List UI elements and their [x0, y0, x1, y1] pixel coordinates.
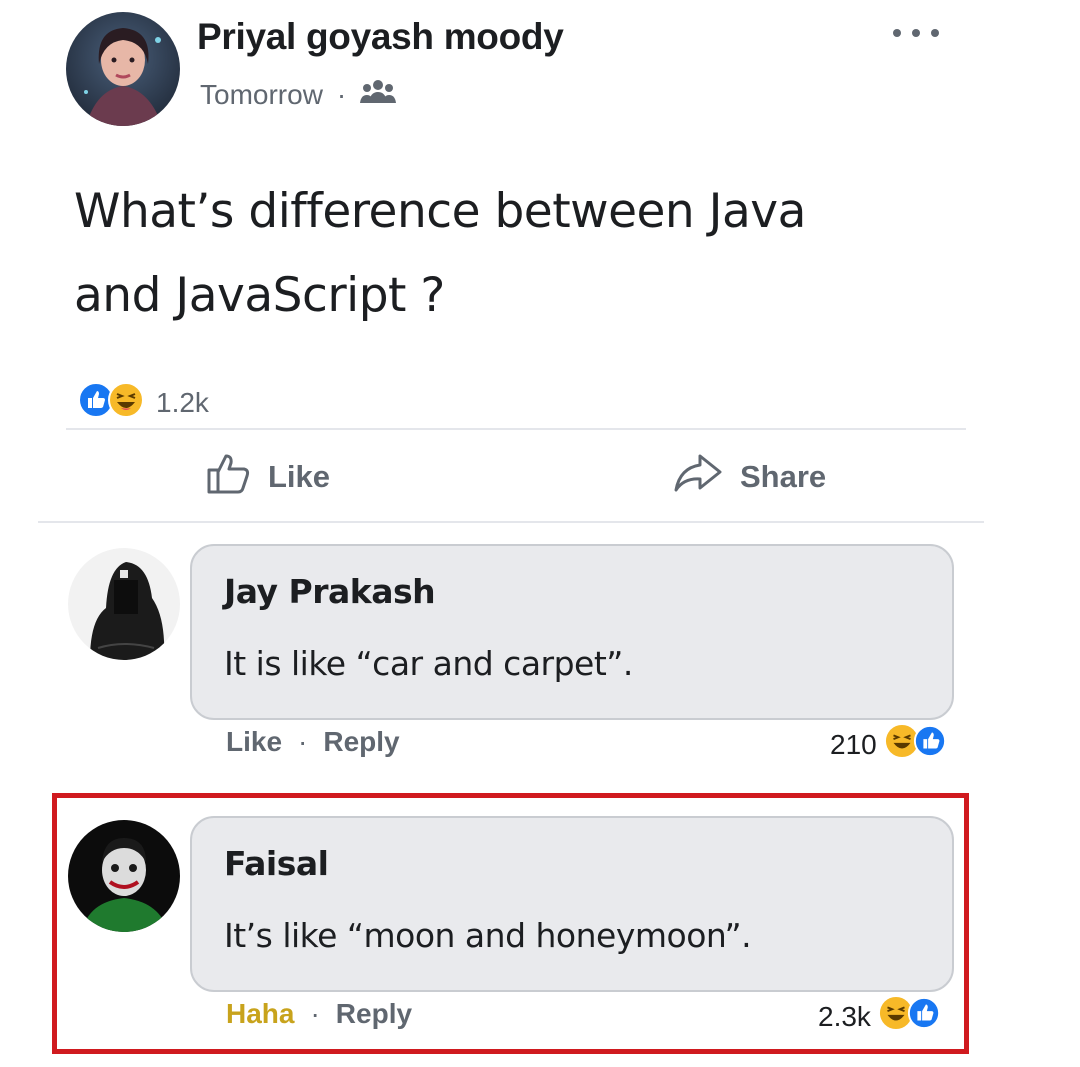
comment-actions: Like · Reply [226, 726, 400, 758]
commenter-avatar[interactable] [68, 820, 180, 932]
reaction-count[interactable]: 1.2k [156, 387, 209, 419]
share-label: Share [740, 459, 827, 494]
like-button[interactable]: Like [206, 450, 330, 504]
dot-icon [893, 29, 901, 37]
post-meta: Tomorrow · [200, 78, 397, 111]
post-text-line: and JavaScript ? [74, 268, 445, 323]
separator: · [310, 998, 320, 1029]
divider [38, 521, 984, 523]
thumbs-up-icon [206, 450, 252, 504]
friends-icon [360, 78, 397, 111]
comment-actions: Haha · Reply [226, 998, 412, 1030]
comment-reply-button[interactable]: Reply [323, 726, 399, 758]
comment-reaction-count: 210 [830, 728, 877, 760]
post-text: What’s difference between Java and JavaS… [74, 170, 974, 338]
comment-reply-button[interactable]: Reply [336, 998, 412, 1030]
dot-icon [931, 29, 939, 37]
like-reaction-icon [907, 996, 941, 1037]
haha-reaction-icon [108, 382, 144, 423]
reactions-summary[interactable]: 1.2k [78, 382, 209, 423]
post-timestamp[interactable]: Tomorrow [200, 79, 323, 111]
like-reaction-icon [913, 724, 947, 765]
post-text-line: What’s difference between Java [74, 184, 806, 239]
comment-reactions[interactable]: 2.3k [818, 996, 941, 1037]
separator: · [298, 726, 308, 757]
commenter-name[interactable]: Jay Prakash [224, 572, 436, 611]
comment-like-button[interactable]: Like [226, 726, 282, 758]
comment-text: It is like “car and carpet”. [224, 644, 633, 683]
comment-bubble: Faisal It’s like “moon and honeymoon”. [190, 816, 954, 992]
more-options-button[interactable] [893, 20, 939, 46]
comment-reaction-count: 2.3k [818, 1000, 871, 1032]
share-icon [672, 450, 724, 504]
comment-text: It’s like “moon and honeymoon”. [224, 916, 752, 955]
author-name[interactable]: Priyal goyash moody [197, 16, 564, 58]
comment-bubble: Jay Prakash It is like “car and carpet”. [190, 544, 954, 720]
comment-haha-button[interactable]: Haha [226, 998, 294, 1030]
divider [66, 428, 966, 430]
commenter-name[interactable]: Faisal [224, 844, 329, 883]
comment-reactions[interactable]: 210 [830, 724, 947, 765]
meta-separator: · [336, 78, 347, 110]
share-button[interactable]: Share [672, 450, 826, 504]
commenter-avatar[interactable] [68, 548, 180, 660]
author-avatar[interactable] [66, 12, 180, 126]
dot-icon [912, 29, 920, 37]
like-label: Like [268, 459, 331, 494]
